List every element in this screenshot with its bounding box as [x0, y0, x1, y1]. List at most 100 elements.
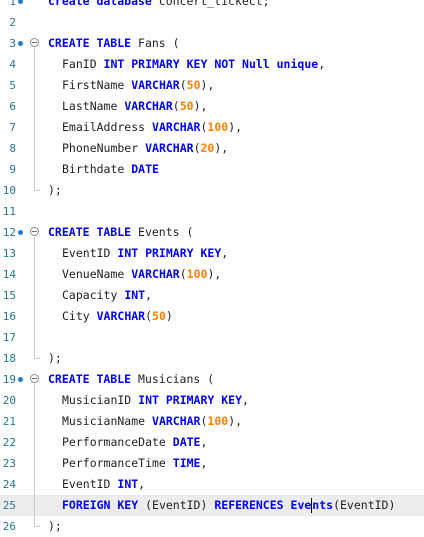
line-number: 8 [9, 142, 16, 155]
line-number: 4 [9, 58, 16, 71]
sql-identifier: Birthdate [62, 162, 132, 176]
code-text: create database concert_tickect; [48, 0, 270, 12]
sql-identifier: , [221, 246, 229, 260]
code-line[interactable]: 25 FOREIGN KEY (EventID) REFERENCES Event… [0, 495, 424, 516]
sql-number: 100 [186, 267, 208, 281]
code-text: VenueName VARCHAR(100), [62, 264, 221, 285]
statement-marker-icon [18, 41, 23, 46]
sql-identifier: (EventID) [145, 498, 215, 512]
code-line[interactable]: 4 FanID INT PRIMARY KEY NOT Null unique, [0, 54, 424, 75]
code-line[interactable]: 19 CREATE TABLE Musicians ( [0, 369, 424, 390]
fold-guide-end [34, 526, 40, 527]
code-text: MusicianID INT PRIMARY KEY, [62, 390, 249, 411]
code-line[interactable]: 13 EventID INT PRIMARY KEY, [0, 243, 424, 264]
line-number: 14 [2, 268, 16, 281]
line-number: 5 [9, 79, 16, 92]
code-line[interactable]: 14 VenueName VARCHAR(100), [0, 264, 424, 285]
line-number: 13 [2, 247, 16, 260]
sql-identifier: Fans ( [138, 36, 180, 50]
line-number: 12 [2, 226, 16, 239]
code-line[interactable]: 11 [0, 201, 424, 222]
line-number: 22 [2, 436, 16, 449]
code-line[interactable]: 18); [0, 348, 424, 369]
code-text: PerformanceTime TIME, [62, 453, 207, 474]
code-line[interactable]: 12 CREATE TABLE Events ( [0, 222, 424, 243]
sql-identifier: PerformanceTime [62, 456, 173, 470]
code-line[interactable]: 3 CREATE TABLE Fans ( [0, 33, 424, 54]
sql-identifier: PhoneNumber [62, 141, 146, 155]
sql-identifier: ), [228, 414, 243, 428]
sql-keyword: INT [124, 288, 146, 302]
line-number: 17 [2, 331, 16, 344]
line-number: 1 [9, 0, 16, 8]
sql-identifier: City [62, 309, 97, 323]
sql-identifier: , [242, 393, 249, 407]
code-line[interactable]: 1 create database concert_tickect; [0, 0, 424, 12]
code-text: CREATE TABLE Fans ( [48, 33, 180, 54]
code-text: FOREIGN KEY (EventID) REFERENCES Events(… [62, 495, 395, 516]
code-text: ); [48, 180, 62, 201]
sql-identifier: VenueName [62, 267, 132, 281]
code-line[interactable]: 10); [0, 180, 424, 201]
fold-toggle-icon[interactable] [30, 227, 39, 236]
statement-marker-icon [18, 230, 23, 235]
sql-identifier: ( [145, 309, 153, 323]
sql-identifier: ), [207, 267, 222, 281]
sql-number: 50 [186, 78, 201, 92]
sql-keyword: CREATE TABLE [48, 372, 139, 386]
sql-identifier: FanID [62, 57, 104, 71]
code-text: Capacity INT, [62, 285, 152, 306]
sql-keyword: nts [312, 498, 334, 512]
code-text: CREATE TABLE Events ( [48, 222, 193, 243]
code-line[interactable]: 7 EmailAddress VARCHAR(100), [0, 117, 424, 138]
sql-number: 50 [152, 309, 166, 323]
code-line[interactable]: 9 Birthdate DATE [0, 159, 424, 180]
code-line[interactable]: 23 PerformanceTime TIME, [0, 453, 424, 474]
fold-guide-end [34, 358, 40, 359]
sql-identifier: ); [48, 183, 62, 197]
line-number: 20 [2, 394, 16, 407]
code-line[interactable]: 15 Capacity INT, [0, 285, 424, 306]
sql-identifier: ), [228, 120, 243, 134]
code-line[interactable]: 26); [0, 516, 424, 537]
code-line[interactable]: 6 LastName VARCHAR(50), [0, 96, 424, 117]
sql-identifier: EmailAddress [62, 120, 153, 134]
code-line[interactable]: 22 PerformanceDate DATE, [0, 432, 424, 453]
sql-number: 50 [179, 99, 194, 113]
code-text: EventID INT PRIMARY KEY, [62, 243, 228, 264]
sql-identifier: Capacity [62, 288, 125, 302]
sql-identifier: ), [200, 78, 215, 92]
line-number: 15 [2, 289, 16, 302]
sql-identifier: (EventID) [333, 498, 396, 512]
code-line[interactable]: 24 EventID INT, [0, 474, 424, 495]
sql-keyword: CREATE TABLE [48, 36, 139, 50]
line-number: 19 [2, 373, 16, 386]
sql-identifier: ) [165, 309, 173, 323]
sql-number: 100 [207, 414, 229, 428]
statement-marker-icon [18, 0, 23, 4]
code-line[interactable]: 20 MusicianID INT PRIMARY KEY, [0, 390, 424, 411]
line-number: 3 [9, 37, 16, 50]
code-line[interactable]: 17 [0, 327, 424, 348]
sql-identifier: EventID [62, 477, 118, 491]
code-editor[interactable]: 1 create database concert_tickect; 2 3 CREAT… [0, 0, 424, 537]
sql-identifier: , [318, 57, 326, 71]
code-line[interactable]: 5 FirstName VARCHAR(50), [0, 75, 424, 96]
code-line[interactable]: 21 MusicianName VARCHAR(100), [0, 411, 424, 432]
code-line[interactable]: 8 PhoneNumber VARCHAR(20), [0, 138, 424, 159]
sql-keyword: TIME [172, 456, 201, 470]
code-line[interactable]: 2 [0, 12, 424, 33]
sql-identifier: , [145, 288, 153, 302]
line-number: 11 [2, 205, 16, 218]
line-number: 21 [2, 415, 16, 428]
fold-toggle-icon[interactable] [30, 374, 39, 383]
sql-keyword: VARCHAR [152, 414, 201, 428]
fold-guide-line [34, 237, 35, 358]
sql-identifier: PerformanceDate [62, 435, 173, 449]
code-line[interactable]: 16 City VARCHAR(50) [0, 306, 424, 327]
fold-toggle-icon[interactable] [30, 38, 39, 47]
sql-keyword: DATE [131, 162, 159, 176]
statement-marker-icon [18, 377, 23, 382]
code-text: EventID INT, [62, 474, 145, 495]
code-text: EmailAddress VARCHAR(100), [62, 117, 242, 138]
